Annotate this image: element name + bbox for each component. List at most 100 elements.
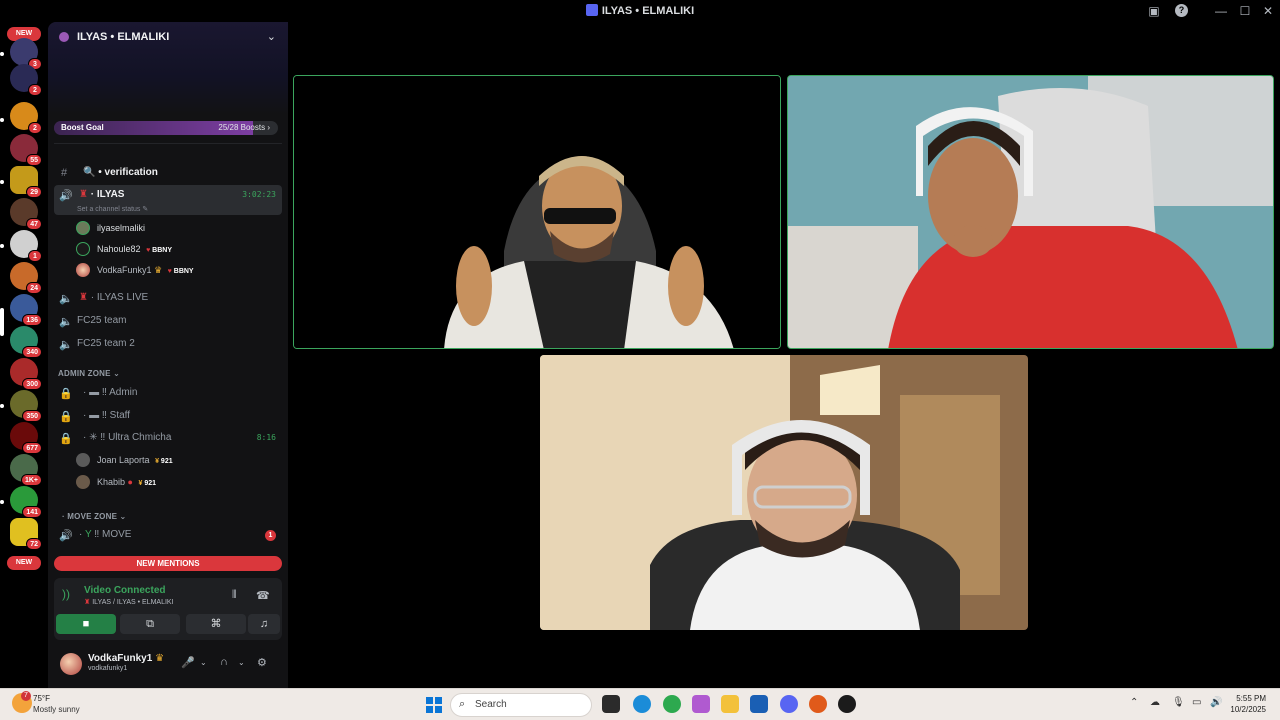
divider <box>54 143 282 144</box>
voice-timer: 8:16 <box>256 433 276 442</box>
edge-icon[interactable] <box>633 695 651 713</box>
server-badge: 340 <box>22 346 42 358</box>
server-icon[interactable]: 29 <box>10 166 42 198</box>
voice-status[interactable]: Video Connected <box>84 585 166 596</box>
headphones-icon[interactable]: ∩ <box>220 656 228 668</box>
chevron-down-icon[interactable]: ⌄ <box>267 30 276 43</box>
server-icon[interactable]: 55 <box>10 134 42 166</box>
minimize-button[interactable]: — <box>1213 3 1229 19</box>
boost-goal-bar[interactable]: Boost Goal 25/28 Boosts › <box>54 121 278 135</box>
role-tag-text: 921 <box>144 480 157 487</box>
server-icon[interactable]: 340 <box>10 326 42 358</box>
chevron-up-icon[interactable]: ⌃ <box>1130 697 1138 708</box>
windows-start-icon[interactable] <box>426 697 442 713</box>
microphone-icon[interactable]: 🎙 <box>1172 697 1185 708</box>
current-user-handle: vodkafunky1 <box>88 665 128 672</box>
server-header[interactable]: ILYAS • ELMALIKI ⌄ <box>48 22 288 114</box>
voice-user-name-text: Nahoule82 <box>97 244 141 254</box>
server-badge: 136 <box>22 314 42 326</box>
server-icon[interactable]: 677 <box>10 422 42 454</box>
channel-fc25-team-label: FC25 team <box>77 315 127 326</box>
server-icon[interactable]: 141 <box>10 486 42 518</box>
voice-channel-ilyas-live[interactable]: 🔈 ♜ · ILYAS LIVE <box>54 288 282 308</box>
current-user-name[interactable]: VodkaFunky1 ♛ <box>88 653 164 664</box>
unread-indicator <box>0 118 4 122</box>
server-icon[interactable]: 1 <box>10 230 42 262</box>
video-tile[interactable] <box>293 75 781 349</box>
system-clock[interactable]: 5:55 PM 10/2/2025 <box>1230 693 1266 715</box>
copilot-icon[interactable] <box>692 695 710 713</box>
voice-channel-fc25-team[interactable]: 🔈 FC25 team <box>54 311 282 331</box>
role-tag: ¥ 921 <box>138 480 157 487</box>
category-move-zone[interactable]: · MOVE ZONE ⌄ <box>62 512 126 521</box>
chrome-icon[interactable] <box>663 695 681 713</box>
server-icon[interactable]: 350 <box>10 390 42 422</box>
server-icon[interactable]: 2 <box>10 102 42 134</box>
close-button[interactable]: ✕ <box>1260 3 1276 19</box>
gear-icon[interactable]: ⚙ <box>257 656 267 669</box>
server-icon[interactable]: 136 <box>10 294 42 326</box>
voice-channel-fc25-team-2[interactable]: 🔈 FC25 team 2 <box>54 334 282 354</box>
app-icon[interactable] <box>809 695 827 713</box>
avatar[interactable] <box>60 653 82 675</box>
channel-status[interactable]: Set a channel status ✎ <box>77 205 148 213</box>
voice-channel-ultra-chmicha[interactable]: 🔒 · ✳ ‼ Ultra Chmicha 8:16 <box>54 428 282 448</box>
screen-share-button[interactable]: ⧉ <box>120 614 180 634</box>
server-icon[interactable]: 300 <box>10 358 42 390</box>
channel-label: ♜ · ILYAS <box>79 189 125 200</box>
new-mentions-button[interactable]: NEW MENTIONS <box>54 556 282 571</box>
new-unreads-pill-bottom[interactable]: NEW <box>7 556 41 570</box>
signal-icon[interactable]: )) <box>62 587 70 601</box>
microphone-icon[interactable]: 🎤 <box>181 656 195 669</box>
app-icon[interactable] <box>838 695 856 713</box>
video-camera-icon: ■ <box>82 618 90 630</box>
server-icon[interactable]: 1K+ <box>10 454 42 486</box>
noise-suppression-icon[interactable]: ⫴ <box>232 589 237 602</box>
server-icon[interactable]: 3 <box>10 38 42 70</box>
weather-temp[interactable]: 75°F <box>33 694 50 703</box>
chevron-down-icon[interactable]: ⌄ <box>200 658 207 667</box>
channel-verification[interactable]: # 🔍 • verification <box>54 163 282 183</box>
file-explorer-icon[interactable] <box>721 695 739 713</box>
avatar <box>76 263 90 277</box>
speaker-icon: 🔊 <box>59 530 73 542</box>
role-tag-text: BBNY <box>152 247 173 254</box>
volume-icon[interactable]: 🔊 <box>1210 697 1222 708</box>
task-view-icon[interactable] <box>602 695 620 713</box>
channel-verification-label: • verification <box>98 167 158 178</box>
help-icon[interactable]: ? <box>1175 4 1188 17</box>
display-icon[interactable]: ▭ <box>1192 697 1201 708</box>
soundboard-button[interactable]: ♫ <box>248 614 280 634</box>
search-placeholder: Search <box>475 699 507 710</box>
discord-icon[interactable] <box>780 695 798 713</box>
video-tile[interactable] <box>787 75 1274 349</box>
inbox-icon[interactable]: ▣ <box>1146 3 1162 19</box>
server-icon[interactable]: 72 <box>10 518 42 550</box>
voice-channel-admin[interactable]: 🔒 · ▬ ‼ Admin <box>54 383 282 403</box>
maximize-button[interactable]: ☐ <box>1237 3 1253 19</box>
activities-button[interactable]: ⌘ <box>186 614 246 634</box>
camera-button[interactable]: ■ <box>56 614 116 634</box>
server-badge: 72 <box>26 538 42 550</box>
weather-desc[interactable]: Mostly sunny <box>33 705 80 714</box>
voice-location[interactable]: ♜ ILYAS / ILYAS • ELMALIKI <box>84 598 174 606</box>
search-icon: ⌕ <box>459 698 466 710</box>
current-user-name-text: VodkaFunky1 <box>88 653 153 664</box>
cloud-icon[interactable]: ☁ <box>1150 697 1160 708</box>
server-icon[interactable]: 47 <box>10 198 42 230</box>
chevron-down-icon[interactable]: ⌄ <box>238 658 245 667</box>
siren-icon: ♜ <box>79 189 88 200</box>
taskbar-search[interactable]: ⌕ Search <box>450 693 592 717</box>
server-icon[interactable]: 2 <box>10 64 42 96</box>
voice-channel-staff[interactable]: 🔒 · ▬ ‼ Staff <box>54 406 282 426</box>
disconnect-icon[interactable]: ☎ <box>256 589 270 602</box>
store-icon[interactable] <box>750 695 768 713</box>
channel-fc25-team2-label: FC25 team 2 <box>77 338 135 349</box>
chevron-down-icon: ⌄ <box>119 512 127 521</box>
video-tile[interactable] <box>540 355 1028 630</box>
server-badge: 1 <box>28 250 42 262</box>
category-admin-zone[interactable]: ADMIN ZONE ⌄ <box>58 369 120 378</box>
trophy-icon: Y <box>84 529 92 540</box>
voice-channel-move[interactable]: 🔊 · Y ‼ MOVE 1 <box>54 525 282 545</box>
server-icon[interactable]: 24 <box>10 262 42 294</box>
